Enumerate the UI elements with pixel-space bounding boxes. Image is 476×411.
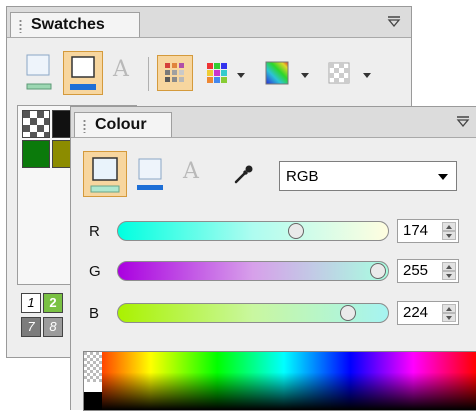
tab-swatches[interactable]: Swatches [10, 12, 140, 37]
text-color-icon[interactable]: A [113, 57, 129, 82]
r-value-input[interactable]: 174 [397, 219, 459, 243]
swatch-number: 2 [49, 295, 57, 310]
palette-icon [207, 63, 227, 83]
gradient-dropdown[interactable] [263, 59, 313, 89]
black-swatch[interactable] [84, 392, 102, 410]
r-decrement[interactable] [442, 231, 456, 240]
b-value-input[interactable]: 224 [397, 301, 459, 325]
fill-button[interactable] [83, 151, 127, 197]
slider-b[interactable] [117, 303, 389, 323]
b-increment[interactable] [442, 304, 456, 313]
swatch-dark-green[interactable] [22, 140, 50, 168]
white-swatch[interactable] [84, 382, 102, 392]
pattern-dropdown[interactable] [325, 59, 375, 89]
swatches-title: Swatches [31, 16, 105, 33]
toolbar-divider [148, 57, 149, 91]
eyedropper-icon[interactable] [233, 163, 255, 185]
swatch-number: 1 [27, 295, 35, 310]
stroke-button[interactable] [131, 151, 171, 197]
slider-g[interactable] [117, 261, 389, 281]
channel-label-g: G [89, 263, 101, 280]
drag-grip-icon[interactable] [83, 119, 86, 133]
swatch-number: 7 [27, 319, 35, 334]
g-value: 255 [403, 262, 429, 279]
b-spinner[interactable] [442, 304, 456, 322]
colour-spectrum[interactable] [83, 351, 476, 411]
stroke-button[interactable] [63, 51, 103, 95]
fill-stroke-button[interactable] [21, 51, 57, 93]
colour-model-value: RGB [286, 168, 319, 185]
b-value: 224 [403, 304, 429, 321]
grid-view-button[interactable] [157, 55, 193, 91]
colour-panel: Colour A RGB R 174 G 255 B 224 [70, 106, 476, 411]
palette-dropdown[interactable] [203, 59, 251, 89]
g-decrement[interactable] [442, 271, 456, 280]
r-spinner[interactable] [442, 222, 456, 240]
numbered-swatch-8[interactable]: 8 [43, 317, 63, 337]
colour-title: Colour [95, 116, 147, 133]
r-increment[interactable] [442, 222, 456, 231]
stroke-square-icon [70, 56, 96, 90]
gradient-icon [265, 61, 289, 85]
chevron-down-icon [301, 73, 309, 78]
stroke-square-icon [137, 158, 163, 190]
panel-menu-icon[interactable] [456, 115, 470, 127]
panel-menu-icon[interactable] [387, 15, 401, 27]
swatch-number: 8 [49, 319, 57, 334]
drag-grip-icon[interactable] [19, 19, 22, 33]
fill-square-icon [90, 157, 120, 193]
grid-view-icon [165, 63, 184, 82]
numbered-swatch-1[interactable]: 1 [21, 293, 41, 313]
numbered-swatch-7[interactable]: 7 [21, 317, 41, 337]
chevron-down-icon [438, 174, 448, 180]
swatches-tabbar: Swatches [7, 7, 411, 38]
g-increment[interactable] [442, 262, 456, 271]
chevron-down-icon [237, 73, 245, 78]
numbered-swatch-2[interactable]: 2 [43, 293, 63, 313]
tab-colour[interactable]: Colour [74, 112, 172, 137]
colour-model-select[interactable]: RGB [279, 161, 457, 191]
g-value-input[interactable]: 255 [397, 259, 459, 283]
colour-tabbar: Colour [71, 107, 476, 138]
text-color-icon[interactable]: A [183, 159, 199, 184]
r-value: 174 [403, 222, 429, 239]
slider-b-thumb[interactable] [340, 305, 356, 321]
transparent-swatch[interactable] [84, 352, 102, 382]
g-spinner[interactable] [442, 262, 456, 280]
b-decrement[interactable] [442, 313, 456, 322]
slider-r-thumb[interactable] [288, 223, 304, 239]
pattern-icon [328, 62, 350, 84]
slider-r[interactable] [117, 221, 389, 241]
fill-stroke-icon [26, 54, 52, 90]
chevron-down-icon [363, 73, 371, 78]
slider-g-thumb[interactable] [370, 263, 386, 279]
channel-label-b: B [89, 305, 100, 322]
channel-label-r: R [89, 223, 100, 240]
swatch-transparent[interactable] [22, 110, 50, 138]
